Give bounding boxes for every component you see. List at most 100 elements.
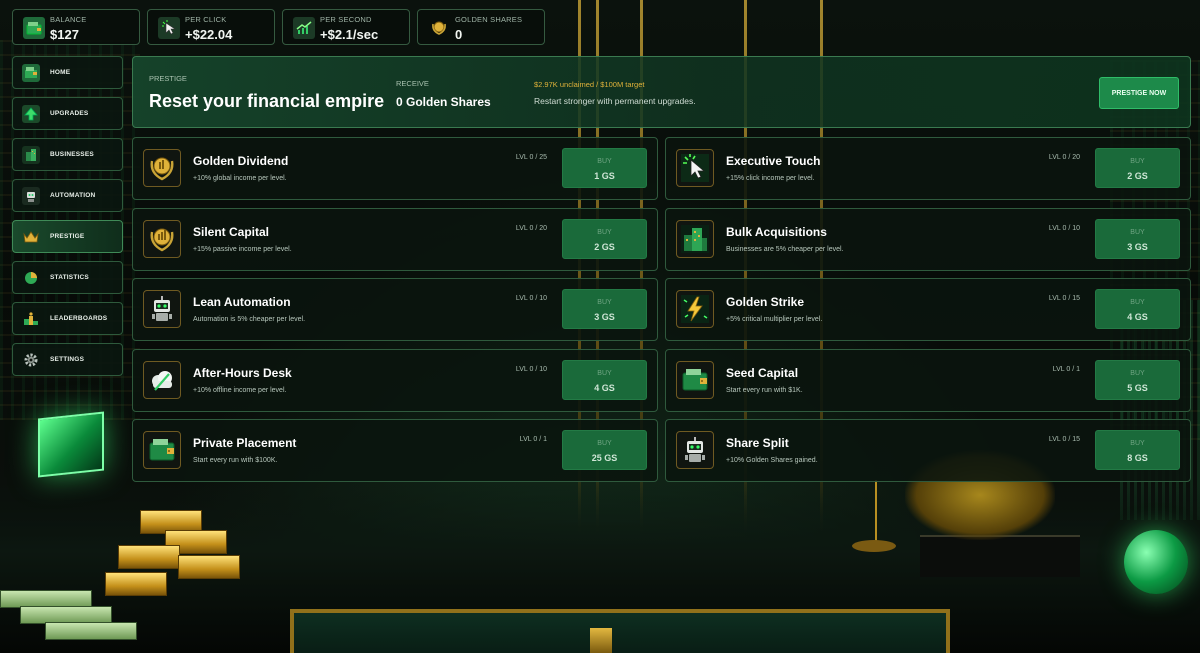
cursor-click-icon [676, 149, 714, 187]
building-icon [22, 146, 40, 164]
golden-laurel-icon [143, 149, 181, 187]
buy-cost: 2 GS [1127, 171, 1148, 181]
robot-icon [22, 187, 40, 205]
sidebar-item-settings[interactable]: SETTINGS [12, 343, 123, 376]
per-second-stat: PER SECOND +$2.1/sec [282, 9, 410, 45]
upgrade-card-seed-capital: Seed Capital Start every run with $1K. L… [665, 349, 1191, 412]
golden-laurel-icon [428, 17, 450, 39]
receive-value: 0 Golden Shares [396, 95, 491, 109]
upgrade-description: Automation is 5% cheaper per level. [193, 316, 306, 323]
prestige-kicker: PRESTIGE [149, 74, 187, 83]
upgrade-card-after-hours-desk: After-Hours Desk +10% offline income per… [132, 349, 658, 412]
buy-cost: 3 GS [594, 312, 615, 322]
upgrade-card-silent-capital: Silent Capital +15% passive income per l… [132, 208, 658, 271]
upgrade-name: Executive Touch [726, 154, 821, 168]
upgrade-description: +10% Golden Shares gained. [726, 457, 818, 464]
emerald-orb [1124, 530, 1188, 594]
balance-stat: BALANCE $127 [12, 9, 140, 45]
upgrade-name: Golden Strike [726, 295, 805, 309]
emerald-cube [38, 411, 104, 478]
buy-cost: 5 GS [1127, 383, 1148, 393]
wallet-icon [23, 17, 45, 39]
upgrade-card-private-placement: Private Placement Start every run with $… [132, 419, 658, 482]
golden-laurel-icon [143, 220, 181, 258]
upgrade-description: +10% offline income per level. [193, 387, 287, 394]
upgrade-name: Seed Capital [726, 366, 799, 380]
page-title: Reset your financial empire [149, 91, 385, 111]
upgrade-level: LVL 0 / 25 [515, 154, 547, 161]
buy-button[interactable]: BUY 3 GS [1095, 219, 1180, 259]
wallet-icon [143, 431, 181, 469]
sidebar-item-businesses[interactable]: BUSINESSES [12, 138, 123, 171]
sidebar-item-home[interactable]: HOME [12, 56, 123, 89]
buy-cost: 1 GS [594, 171, 615, 181]
gold-ornament [590, 628, 612, 653]
upgrade-level: LVL 0 / 15 [1048, 436, 1080, 443]
upgrade-level: LVL 0 / 1 [519, 436, 547, 443]
prestige-now-button[interactable]: PRESTIGE NOW [1099, 77, 1179, 109]
upgrade-level: LVL 0 / 20 [1048, 154, 1080, 161]
receive-label: RECEIVE [396, 79, 429, 88]
gear-icon [22, 351, 40, 369]
upgrade-level: LVL 0 / 1 [1052, 366, 1080, 373]
upgrade-level: LVL 0 / 15 [1048, 295, 1080, 302]
buy-cost: 4 GS [1127, 312, 1148, 322]
sidebar-item-leaderboards[interactable]: LEADERBOARDS [12, 302, 123, 335]
statue-pedestal [920, 535, 1080, 577]
up-arrow-icon [22, 105, 40, 123]
cash-stack [45, 622, 137, 640]
pie-chart-icon [22, 269, 40, 287]
upgrade-card-executive-touch: Executive Touch +15% click income per le… [665, 137, 1191, 200]
gold-bar [118, 545, 180, 569]
upgrade-name: Share Split [726, 436, 789, 450]
upgrade-description: Start every run with $100K. [193, 457, 278, 464]
buy-cost: 25 GS [591, 453, 618, 463]
prestige-description: Restart stronger with permanent upgrades… [534, 96, 696, 106]
buy-button[interactable]: BUY 8 GS [1095, 430, 1180, 470]
robot-icon [143, 290, 181, 328]
cursor-click-icon [158, 17, 180, 39]
cloud-icon [143, 361, 181, 399]
buy-button[interactable]: BUY 2 GS [562, 219, 647, 259]
sidebar-item-prestige[interactable]: PRESTIGE [12, 220, 123, 253]
robot-icon [676, 431, 714, 469]
wallet-icon [22, 64, 40, 82]
trophy-podium-icon [22, 310, 40, 328]
crown-icon [22, 228, 40, 246]
gold-bar [178, 555, 240, 579]
upgrade-level: LVL 0 / 10 [1048, 225, 1080, 232]
upgrade-card-share-split: Share Split +10% Golden Shares gained. L… [665, 419, 1191, 482]
sidebar-item-upgrades[interactable]: UPGRADES [12, 97, 123, 130]
upgrade-level: LVL 0 / 10 [515, 366, 547, 373]
upgrade-card-bulk-acquisitions: Bulk Acquisitions Businesses are 5% chea… [665, 208, 1191, 271]
buy-button[interactable]: BUY 25 GS [562, 430, 647, 470]
sidebar-item-statistics[interactable]: STATISTICS [12, 261, 123, 294]
buy-button[interactable]: BUY 1 GS [562, 148, 647, 188]
buy-cost: 2 GS [594, 242, 615, 252]
buy-button[interactable]: BUY 4 GS [562, 360, 647, 400]
buy-button[interactable]: BUY 5 GS [1095, 360, 1180, 400]
upgrade-card-lean-automation: Lean Automation Automation is 5% cheaper… [132, 278, 658, 341]
prestige-panel: PRESTIGE Reset your financial empire REC… [132, 56, 1191, 128]
sidebar-item-automation[interactable]: AUTOMATION [12, 179, 123, 212]
desk-lamp-base [852, 540, 896, 552]
building-icon [676, 220, 714, 258]
upgrade-level: LVL 0 / 10 [515, 295, 547, 302]
wallet-icon [676, 361, 714, 399]
upgrade-description: +15% click income per level. [726, 175, 815, 182]
unclaimed-progress-text: $2.97K unclaimed / $100M target [534, 80, 645, 89]
buy-button[interactable]: BUY 3 GS [562, 289, 647, 329]
upgrade-description: Start every run with $1K. [726, 387, 803, 394]
buy-cost: 4 GS [594, 383, 615, 393]
buy-cost: 3 GS [1127, 242, 1148, 252]
buy-cost: 8 GS [1127, 453, 1148, 463]
golden-shares-stat: GOLDEN SHARES 0 [417, 9, 545, 45]
buy-button[interactable]: BUY 4 GS [1095, 289, 1180, 329]
buy-button[interactable]: BUY 2 GS [1095, 148, 1180, 188]
upgrade-level: LVL 0 / 20 [515, 225, 547, 232]
upgrade-description: +10% global income per level. [193, 175, 287, 182]
lightning-icon [676, 290, 714, 328]
upgrade-name: Private Placement [193, 436, 297, 450]
desk [290, 609, 950, 653]
upgrade-name: Lean Automation [193, 295, 291, 309]
